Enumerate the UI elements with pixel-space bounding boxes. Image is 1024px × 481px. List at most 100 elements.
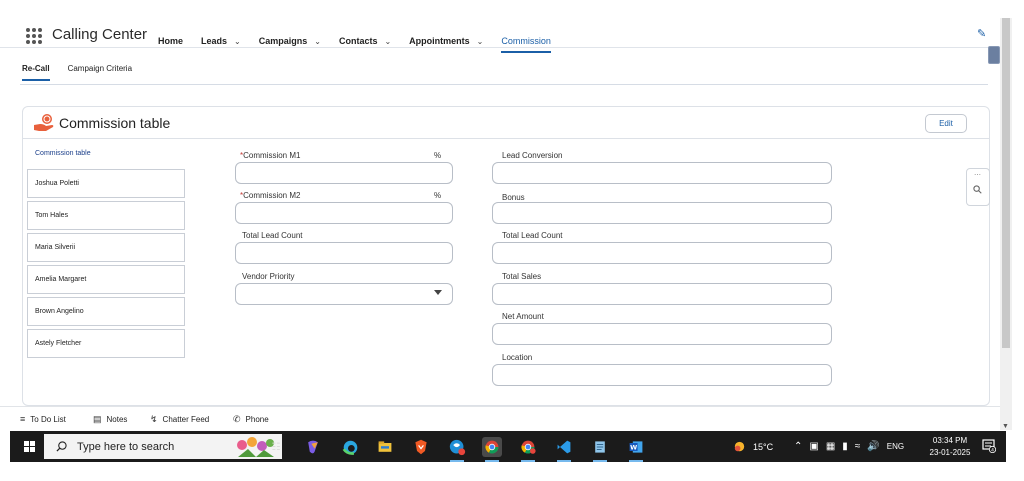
location-input[interactable]: [492, 364, 832, 386]
temperature-text: 15°C: [753, 441, 774, 452]
taskbar-search-box[interactable]: Type here to search: [44, 434, 282, 459]
bonus-input[interactable]: [492, 202, 832, 224]
commission-m1-input[interactable]: [235, 162, 453, 184]
notepad-icon[interactable]: [590, 437, 610, 462]
task-view-icon[interactable]: ☷: [266, 437, 286, 457]
search-icon[interactable]: [973, 185, 982, 194]
nav-item-appointments[interactable]: Appointments ⌄: [409, 34, 483, 48]
battery-icon[interactable]: ▮: [842, 441, 848, 452]
chevron-down-icon[interactable]: ⌄: [314, 37, 321, 46]
notification-center-icon[interactable]: 4: [982, 439, 996, 453]
commission-card: Commission table Edit Commission table J…: [22, 106, 990, 406]
sub-tabs: Re-Call Campaign Criteria: [22, 64, 132, 81]
side-panel-toggle[interactable]: [988, 46, 1000, 64]
windows-start-icon[interactable]: [24, 441, 35, 452]
list-item[interactable]: Joshua Poletti: [27, 169, 185, 198]
bolt-icon: ↯: [150, 414, 158, 424]
scroll-down-arrow-icon[interactable]: ▼: [1002, 423, 1009, 430]
list-item[interactable]: Brown Angelino: [27, 297, 185, 326]
svg-text:W: W: [630, 443, 637, 451]
card-header: Commission table Edit: [23, 107, 989, 139]
nav-item-campaigns[interactable]: Campaigns ⌄: [259, 34, 321, 48]
total-lead-count-input[interactable]: [235, 242, 453, 264]
copilot-icon[interactable]: [303, 437, 323, 457]
edit-button[interactable]: Edit: [925, 114, 967, 133]
total-sales-input[interactable]: [492, 283, 832, 305]
nav-item-contacts[interactable]: Contacts ⌄: [339, 34, 391, 48]
wifi-icon[interactable]: ≈: [855, 441, 861, 452]
clock-date: 23-01-2025: [929, 448, 971, 457]
nav-item-commission[interactable]: Commission: [501, 36, 551, 53]
edge-browser-icon[interactable]: [340, 437, 360, 457]
list-item[interactable]: Astely Fletcher: [27, 329, 185, 358]
edit-nav-pencil-icon[interactable]: ✎: [977, 27, 986, 40]
nav-item-home[interactable]: Home: [158, 34, 183, 48]
bonus-label: Bonus: [502, 193, 525, 202]
chevron-down-icon[interactable]: ⌄: [477, 37, 484, 46]
vendor-priority-select[interactable]: [235, 283, 453, 305]
lead-conversion-input[interactable]: [492, 162, 832, 184]
more-dots-icon[interactable]: ⋯: [974, 171, 981, 179]
windows-taskbar: Type here to search ☷ W 15°C ⌃ ▣ ▦ ▮ ≈ 🔊…: [10, 431, 1006, 462]
utility-label: Chatter Feed: [162, 415, 210, 424]
scrollbar-thumb[interactable]: [1002, 18, 1010, 348]
list-item[interactable]: Maria Silverii: [27, 233, 185, 262]
list-icon: ≡: [20, 414, 26, 424]
list-header[interactable]: Commission table: [35, 150, 91, 157]
chrome-browser-active-icon[interactable]: [482, 437, 502, 462]
chrome-browser-icon[interactable]: [518, 437, 538, 462]
utility-notes[interactable]: ▤ Notes: [93, 414, 127, 425]
page-scrollbar[interactable]: ▼: [1000, 18, 1012, 430]
search-placeholder: Type here to search: [77, 440, 175, 453]
volume-icon[interactable]: 🔊: [867, 441, 879, 452]
system-tray: ⌃ ▣ ▦ ▮ ≈ 🔊 ENG: [794, 431, 904, 462]
floating-search-tool[interactable]: ⋯: [966, 168, 990, 206]
phone-icon: ✆: [233, 414, 241, 424]
net-amount-label: Net Amount: [502, 312, 544, 321]
percent-suffix: %: [434, 191, 442, 200]
brave-browser-icon[interactable]: [411, 437, 431, 457]
utility-chatter-feed[interactable]: ↯ Chatter Feed: [150, 414, 209, 425]
list-item[interactable]: Tom Hales: [27, 201, 185, 230]
app-with-badge-icon[interactable]: [447, 437, 467, 462]
total-lead-count-right-input[interactable]: [492, 242, 832, 264]
commission-m2-label: *Commission M2: [240, 191, 300, 200]
tray-app-icon[interactable]: ▣: [809, 441, 818, 452]
show-hidden-icons-chevron-icon[interactable]: ⌃: [794, 441, 802, 452]
nav-item-leads[interactable]: Leads ⌄: [201, 34, 241, 48]
chevron-down-icon[interactable]: ⌄: [234, 37, 241, 46]
app-name: Calling Center: [52, 26, 148, 43]
language-indicator[interactable]: ENG: [887, 442, 904, 451]
total-lead-count-right-label: Total Lead Count: [502, 231, 563, 240]
commission-m2-input[interactable]: [235, 202, 453, 224]
utility-phone[interactable]: ✆ Phone: [233, 414, 269, 425]
notes-icon: ▤: [93, 414, 102, 424]
weather-widget[interactable]: 15°C: [732, 431, 773, 462]
hand-coin-icon: [34, 114, 54, 131]
vendor-priority-label: Vendor Priority: [242, 272, 295, 281]
net-amount-input[interactable]: [492, 323, 832, 345]
nav-label: Commission: [501, 36, 551, 46]
tab-campaign-criteria[interactable]: Campaign Criteria: [68, 64, 132, 81]
utility-label: Phone: [245, 415, 269, 424]
notification-count: 4: [991, 447, 994, 453]
total-lead-count-label: Total Lead Count: [242, 231, 303, 240]
dropdown-arrow-icon[interactable]: [434, 290, 442, 295]
weather-sun-icon: [734, 441, 745, 452]
nav-label: Appointments: [409, 36, 470, 46]
commission-m1-label: *Commission M1: [240, 151, 300, 160]
search-icon: [56, 441, 67, 452]
word-icon[interactable]: W: [626, 437, 646, 462]
field-label-text: Commission M1: [243, 151, 301, 160]
app-launcher-icon[interactable]: [26, 28, 42, 44]
tray-screen-icon[interactable]: ▦: [826, 441, 835, 452]
utility-label: To Do List: [30, 414, 66, 424]
vscode-icon[interactable]: [554, 437, 574, 462]
utility-to-do-list[interactable]: ≡ To Do List: [20, 414, 66, 424]
chevron-down-icon[interactable]: ⌄: [384, 37, 391, 46]
nav-label: Contacts: [338, 36, 378, 46]
tab-re-call[interactable]: Re-Call: [22, 64, 50, 81]
list-item[interactable]: Amelia Margaret: [27, 265, 185, 294]
taskbar-clock[interactable]: 03:34 PM 23-01-2025: [926, 435, 974, 459]
file-explorer-icon[interactable]: [375, 437, 395, 457]
